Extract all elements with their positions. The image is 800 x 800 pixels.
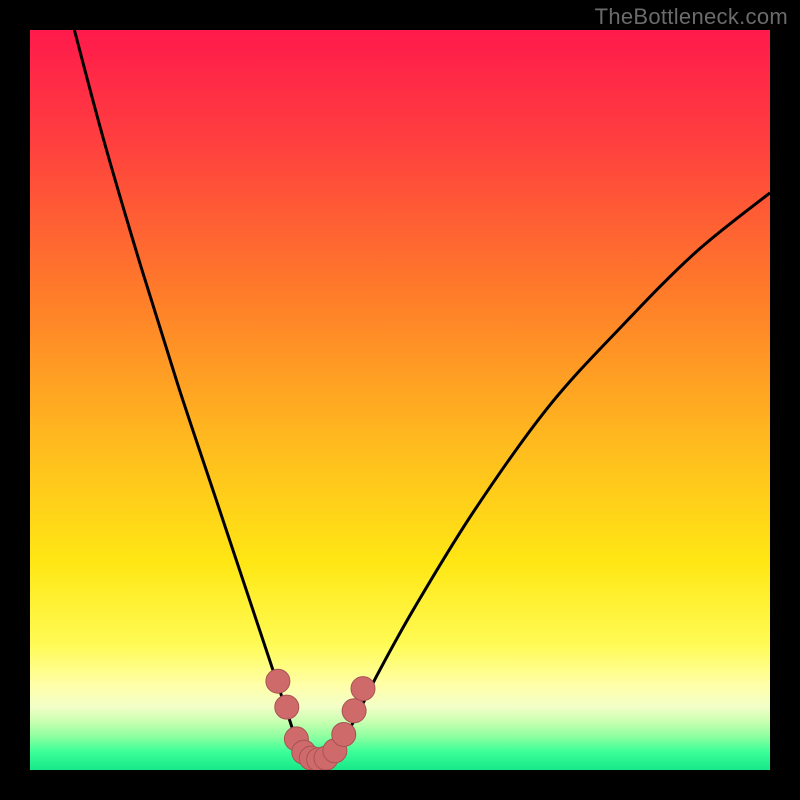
marker-group: [266, 669, 375, 770]
curve-marker: [351, 677, 375, 701]
watermark-text: TheBottleneck.com: [595, 4, 788, 30]
curve-marker: [332, 722, 356, 746]
curve-layer: [30, 30, 770, 770]
curve-marker: [266, 669, 290, 693]
chart-frame: TheBottleneck.com: [0, 0, 800, 800]
curve-marker: [275, 695, 299, 719]
curve-marker: [342, 699, 366, 723]
plot-area: [30, 30, 770, 770]
bottleneck-curve: [74, 30, 770, 760]
